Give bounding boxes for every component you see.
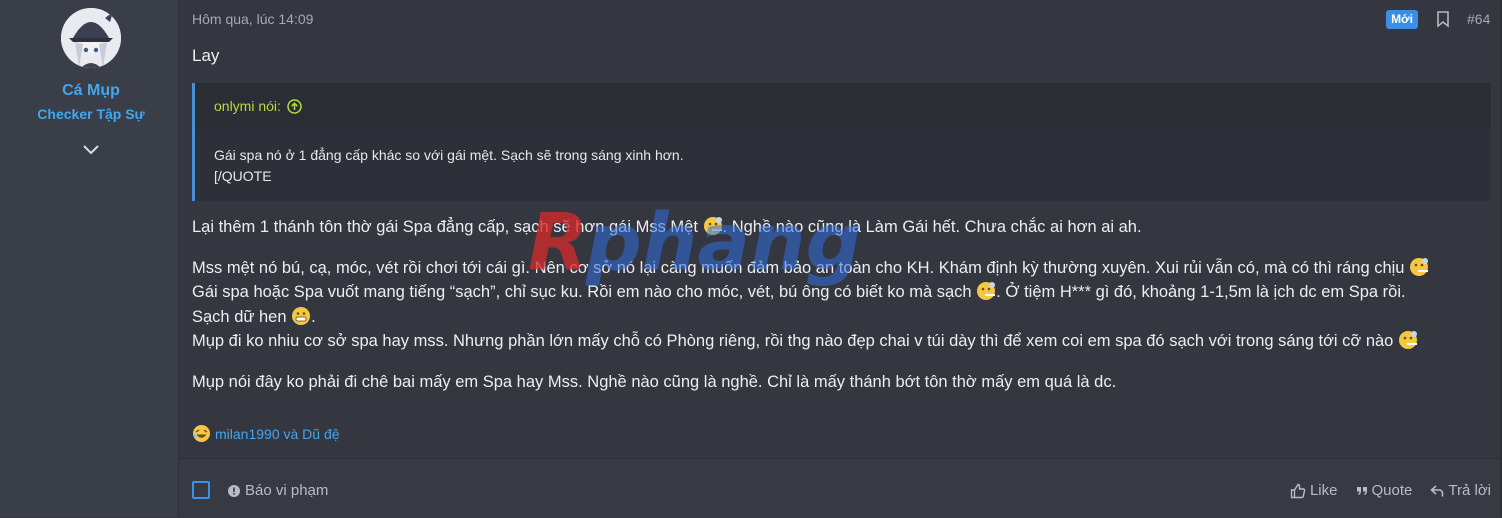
select-checkbox[interactable]	[192, 481, 210, 499]
text-span: .	[311, 307, 316, 326]
quote-block: onlymi nói: Gái spa nó ở 1 đẳng cấp khác…	[192, 83, 1491, 201]
report-label: Báo vi phạm	[245, 482, 329, 499]
like-button[interactable]: Like	[1290, 482, 1338, 499]
text-span: Lại thêm 1 thánh tôn thờ gái Spa đẳng cấ…	[192, 218, 703, 236]
paragraph: Mụp đi ko nhiu cơ sở spa hay mss. Nhưng …	[192, 329, 1492, 354]
paragraph: Mụp nói đây ko phải đi chê bai mấy em Sp…	[192, 370, 1492, 395]
smoking-emoji-icon	[703, 217, 722, 235]
text-span: Mss mệt nó bú, cạ, móc, vét rồi chơi tới…	[192, 258, 1410, 277]
quote-author[interactable]: onlymi nói:	[214, 98, 281, 114]
quote-content: Gái spa nó ở 1 đẳng cấp khác so với gái …	[195, 129, 1491, 187]
new-badge[interactable]: Mới	[1386, 10, 1418, 29]
text-span: Gái spa hoặc Spa vuốt mang tiếng “sạch”,…	[192, 283, 977, 302]
reply-arrow-icon	[1430, 484, 1444, 496]
post-main: Hôm qua, lúc 14:09 Mới #64 Lay onlymi nó…	[179, 0, 1502, 518]
post-date[interactable]: Hôm qua, lúc 14:09	[192, 11, 313, 27]
text-span: Mụp đi ko nhiu cơ sở spa hay mss. Nhưng …	[192, 332, 1398, 351]
reply-button[interactable]: Trả lời	[1430, 482, 1491, 499]
quote-header: onlymi nói:	[195, 83, 1491, 129]
quote-icon	[1356, 486, 1367, 495]
text-span: Sạch dữ hen	[192, 307, 292, 326]
quote-line: Gái spa nó ở 1 đẳng cấp khác so với gái …	[214, 147, 684, 163]
post-first-line: Lay	[192, 46, 220, 65]
text-span: . Ở tiệm H*** gì đó, khoảng 1-1,5m là ịc…	[996, 283, 1406, 302]
avatar-image	[61, 8, 121, 68]
paragraph: Mss mệt nó bú, cạ, móc, vét rồi chơi tới…	[192, 256, 1492, 281]
reply-label: Trả lời	[1448, 482, 1491, 499]
quote-button[interactable]: Quote	[1356, 482, 1413, 499]
reaction-users-link[interactable]: milan1990 và Dũ đệ	[215, 426, 340, 442]
like-label: Like	[1309, 482, 1338, 499]
smoking-emoji-icon	[1410, 257, 1429, 276]
user-avatar[interactable]	[61, 8, 121, 68]
text-span: . Nghề nào cũng là Làm Gái hết. Chưa chắ…	[722, 218, 1142, 236]
paragraph: Gái spa hoặc Spa vuốt mang tiếng “sạch”,…	[192, 280, 1492, 305]
text-span: Mụp nói đây ko phải đi chê bai mấy em Sp…	[192, 372, 1117, 391]
alert-circle-icon	[228, 484, 240, 497]
post-footer: Báo vi phạm Like Quote Trả lời	[179, 458, 1502, 518]
post-number[interactable]: #64	[1467, 11, 1490, 27]
user-title: Checker Tập Sự	[37, 106, 145, 122]
thumbs-up-icon	[1290, 483, 1306, 498]
report-button[interactable]: Báo vi phạm	[228, 482, 328, 499]
paragraph: Lại thêm 1 thánh tôn thờ gái Spa đẳng cấ…	[192, 215, 1492, 240]
quote-label: Quote	[1371, 482, 1413, 499]
user-sidebar: Cá Mụp Checker Tập Sự	[0, 0, 179, 517]
forum-post: Cá Mụp Checker Tập Sự Hôm qua, lúc 14:09…	[0, 0, 1502, 518]
smoking-emoji-icon	[1398, 331, 1417, 350]
chevron-down-icon[interactable]	[80, 140, 102, 160]
post-body: Lại thêm 1 thánh tôn thờ gái Spa đẳng cấ…	[192, 215, 1492, 395]
username[interactable]: Cá Mụp	[0, 82, 182, 100]
arrow-up-circle-icon[interactable]	[287, 98, 302, 114]
grinning-emoji-icon	[292, 306, 311, 325]
smoking-emoji-icon	[977, 282, 996, 301]
paragraph: Sạch dữ hen .	[192, 305, 1492, 330]
bookmark-icon[interactable]	[1436, 11, 1450, 28]
quote-line: [/QUOTE	[214, 168, 272, 184]
laughing-emoji-icon	[193, 425, 210, 442]
reactions-bar: milan1990 và Dũ đệ	[192, 424, 340, 443]
post-actions: Like Quote Trả lời	[1272, 482, 1491, 499]
